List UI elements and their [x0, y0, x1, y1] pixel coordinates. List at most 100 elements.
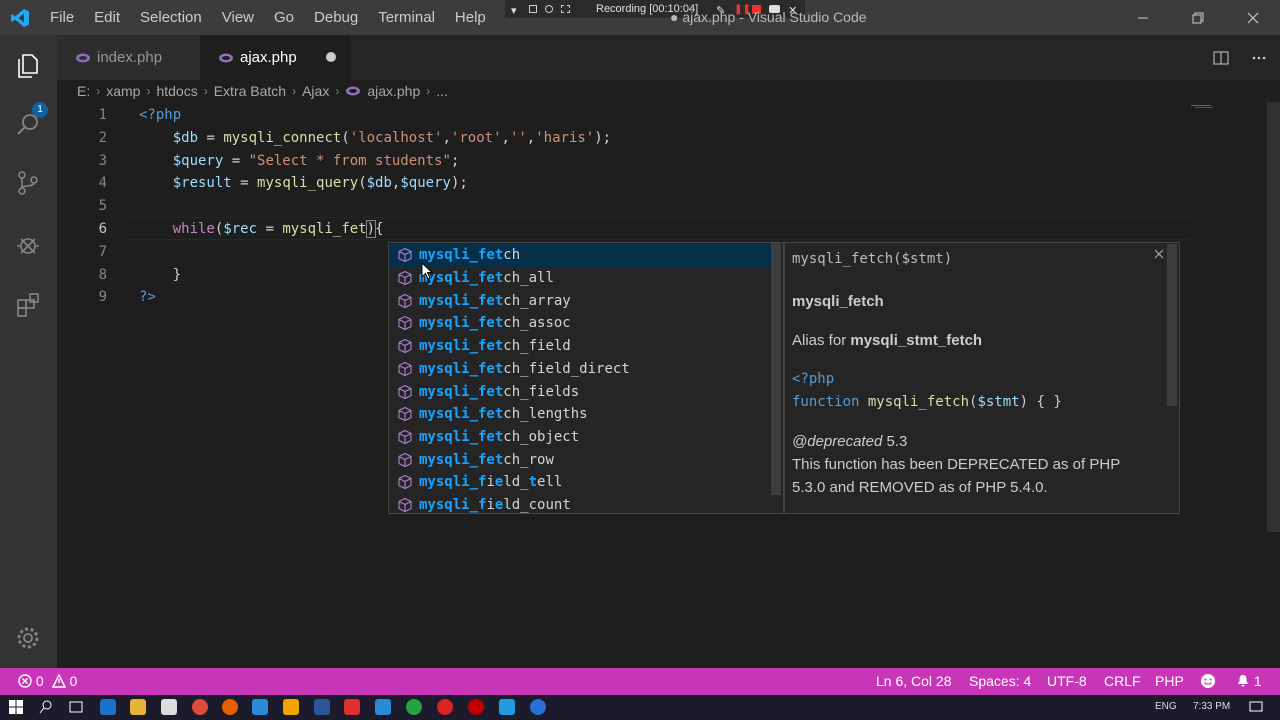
store-icon[interactable] [161, 699, 177, 715]
input-language[interactable]: ENG [1155, 701, 1177, 712]
menu-view[interactable]: View [212, 0, 264, 35]
code-line[interactable]: $db = mysqli_connect('localhost','root',… [139, 127, 611, 150]
dropdown-icon[interactable]: ▾ [511, 4, 521, 17]
editor-scrollbar[interactable] [1267, 102, 1280, 532]
word-icon[interactable] [314, 699, 330, 715]
code-token: = [231, 175, 258, 192]
menu-terminal[interactable]: Terminal [368, 0, 445, 35]
breadcrumb-item[interactable]: Ajax [302, 83, 329, 99]
task-view-icon[interactable] [68, 699, 84, 715]
breadcrumb-item[interactable]: E: [77, 83, 90, 99]
breadcrumb-item[interactable]: ... [436, 83, 448, 99]
breadcrumb-item[interactable]: xamp [106, 83, 140, 99]
sublime-icon[interactable] [283, 699, 299, 715]
menu-edit[interactable]: Edit [84, 0, 130, 35]
language-mode[interactable]: PHP [1155, 668, 1184, 695]
search-icon[interactable] [8, 105, 48, 145]
menu-debug[interactable]: Debug [304, 0, 368, 35]
suggestion-item[interactable]: mysqli_fetch_fields [389, 380, 771, 403]
code-line[interactable]: <?php [139, 104, 181, 127]
os-taskbar: ENG 7:33 PM [0, 695, 1280, 720]
suggestion-scrollbar[interactable] [771, 243, 781, 495]
suggestion-item[interactable]: mysqli_fetch_array [389, 289, 771, 312]
windows-start-icon[interactable] [8, 699, 24, 715]
code-line[interactable]: $result = mysqli_query($db,$query); [139, 172, 468, 195]
encoding[interactable]: UTF-8 [1047, 668, 1087, 695]
suggestion-item[interactable]: mysqli_fetch_field_direct [389, 358, 771, 381]
app-icon[interactable] [406, 699, 422, 715]
cursor-position[interactable]: Ln 6, Col 28 [876, 668, 952, 695]
minimap[interactable] [1191, 104, 1215, 110]
more-actions-icon[interactable] [1247, 46, 1271, 70]
unsaved-dot-icon[interactable] [326, 52, 336, 62]
menu-file[interactable]: File [40, 0, 84, 35]
recorder-icon[interactable] [468, 699, 484, 715]
settings-gear-icon[interactable] [8, 618, 48, 658]
app-icon[interactable] [530, 699, 546, 715]
chrome-icon[interactable] [192, 699, 208, 715]
breadcrumb-item[interactable]: Extra Batch [214, 83, 286, 99]
app-icon[interactable] [437, 699, 453, 715]
tab-label: ajax.php [240, 49, 297, 66]
firefox-icon[interactable] [222, 699, 238, 715]
chevron-right-icon: › [146, 84, 151, 98]
code-line[interactable]: } [139, 264, 181, 287]
clock[interactable]: 7:33 PM [1193, 701, 1230, 712]
feedback-smiley-icon[interactable] [1200, 668, 1216, 695]
minimize-button[interactable] [1120, 0, 1166, 35]
code-line[interactable]: $query = "Select * from students"; [139, 150, 460, 173]
search-icon[interactable] [38, 699, 54, 715]
breadcrumb-item[interactable]: ajax.php [367, 83, 420, 99]
edge-icon[interactable] [100, 699, 116, 715]
region-icon[interactable] [561, 5, 570, 13]
line-ending[interactable]: CRLF [1104, 668, 1141, 695]
notifications[interactable]: 1 [1236, 668, 1262, 695]
problems-indicator[interactable]: 0 0 [18, 668, 77, 695]
code-line[interactable]: while($rec = mysqli_fet){ [139, 218, 384, 241]
breadcrumb-item[interactable]: htdocs [156, 83, 197, 99]
tab-index-php[interactable]: index.php [57, 35, 200, 80]
extensions-icon[interactable] [8, 285, 48, 325]
suggestion-item[interactable]: mysqli_field_count [389, 494, 771, 513]
split-editor-icon[interactable] [1209, 46, 1233, 70]
file-explorer-icon[interactable] [130, 699, 146, 715]
indentation[interactable]: Spaces: 4 [969, 668, 1031, 695]
action-center-icon[interactable] [1248, 699, 1264, 715]
files-icon[interactable] [8, 45, 48, 85]
vscode-taskbar-icon[interactable] [252, 699, 268, 715]
line-number: 3 [98, 152, 107, 169]
restore-icon[interactable] [529, 5, 537, 13]
suggestion-item[interactable]: mysqli_fetch_object [389, 426, 771, 449]
skype-icon[interactable] [499, 699, 515, 715]
code-line[interactable]: ?> [139, 286, 156, 309]
close-window-button[interactable] [1230, 0, 1276, 35]
menu-go[interactable]: Go [264, 0, 304, 35]
app-icon[interactable] [344, 699, 360, 715]
tab-ajax-php[interactable]: ajax.php [200, 35, 350, 80]
menu-selection[interactable]: Selection [130, 0, 212, 35]
suggestion-item[interactable]: mysqli_fetch [389, 244, 771, 267]
breadcrumb: E: › xamp › htdocs › Extra Batch › Ajax … [57, 80, 1280, 102]
editor-tab-bar: index.php ajax.php [57, 35, 1280, 80]
suggestion-rest: ch_row [503, 451, 554, 468]
chevron-right-icon: › [426, 84, 431, 98]
suggestion-item[interactable]: mysqli_fetch_lengths [389, 403, 771, 426]
method-cube-icon [398, 429, 412, 445]
suggestion-list[interactable]: mysqli_fetch mysqli_fetch_all mysqli_fetch… [388, 242, 784, 514]
debug-icon[interactable] [8, 225, 48, 265]
deprecated-tag: @deprecated [792, 433, 883, 450]
zoom-icon[interactable] [545, 5, 553, 13]
window-title: ● ajax.php - Visual Studio Code [670, 9, 867, 25]
menu-help[interactable]: Help [445, 0, 496, 35]
suggestion-item[interactable]: mysqli_fetch_all [389, 267, 771, 290]
app-icon[interactable] [375, 699, 391, 715]
details-scrollbar[interactable] [1167, 244, 1177, 406]
suggestion-label: mysqli_field_count [419, 497, 571, 513]
source-control-icon[interactable] [8, 163, 48, 203]
restore-button[interactable] [1175, 0, 1221, 35]
suggestion-item[interactable]: mysqli_fetch_field [389, 335, 771, 358]
suggestion-item[interactable]: mysqli_fetch_assoc [389, 312, 771, 335]
suggestion-item[interactable]: mysqli_field_tell [389, 471, 771, 494]
suggestion-item[interactable]: mysqli_fetch_row [389, 448, 771, 471]
